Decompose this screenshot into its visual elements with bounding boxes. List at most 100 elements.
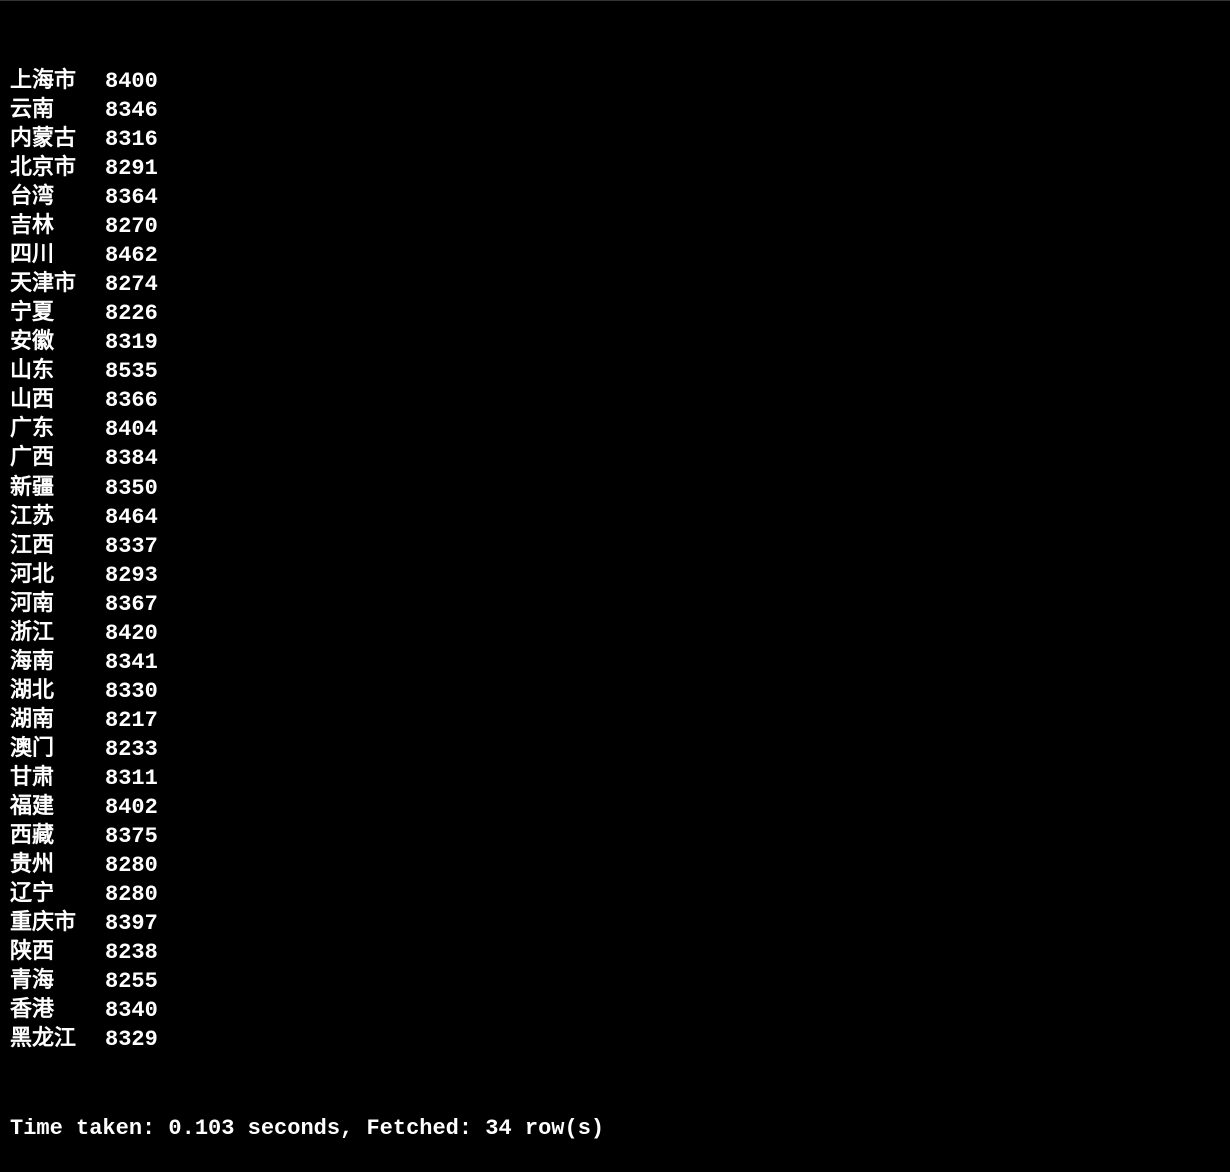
table-row: 云南8346 [10,96,1220,125]
row-value: 8404 [105,415,158,444]
row-value: 8280 [105,851,158,880]
row-value: 8464 [105,503,158,532]
table-row: 湖南8217 [10,706,1220,735]
row-name: 新疆 [10,474,105,503]
row-value: 8366 [105,386,158,415]
result-rows: 上海市8400云南8346内蒙古8316北京市8291台湾8364吉林8270四… [10,67,1220,1054]
table-row: 甘肃8311 [10,764,1220,793]
row-name: 安徽 [10,328,105,357]
row-value: 8420 [105,619,158,648]
row-value: 8329 [105,1025,158,1054]
row-name: 江苏 [10,503,105,532]
table-row: 香港8340 [10,996,1220,1025]
table-row: 澳门8233 [10,735,1220,764]
row-name: 河南 [10,590,105,619]
table-row: 黑龙江8329 [10,1025,1220,1054]
row-name: 云南 [10,96,105,125]
table-row: 山东8535 [10,357,1220,386]
table-row: 西藏8375 [10,822,1220,851]
row-name: 浙江 [10,619,105,648]
row-name: 陕西 [10,938,105,967]
row-value: 8367 [105,590,158,619]
row-value: 8340 [105,996,158,1025]
row-value: 8226 [105,299,158,328]
table-row: 河南8367 [10,590,1220,619]
row-value: 8350 [105,474,158,503]
row-value: 8375 [105,822,158,851]
row-name: 香港 [10,996,105,1025]
row-name: 内蒙古 [10,125,105,154]
row-value: 8319 [105,328,158,357]
table-row: 河北8293 [10,561,1220,590]
row-value: 8238 [105,938,158,967]
table-row: 江西8337 [10,532,1220,561]
row-value: 8364 [105,183,158,212]
row-name: 山西 [10,386,105,415]
row-name: 澳门 [10,735,105,764]
table-row: 吉林8270 [10,212,1220,241]
row-value: 8274 [105,270,158,299]
row-name: 上海市 [10,67,105,96]
row-name: 黑龙江 [10,1025,105,1054]
row-name: 北京市 [10,154,105,183]
table-row: 湖北8330 [10,677,1220,706]
row-name: 山东 [10,357,105,386]
table-row: 海南8341 [10,648,1220,677]
row-name: 辽宁 [10,880,105,909]
table-row: 福建8402 [10,793,1220,822]
row-value: 8293 [105,561,158,590]
terminal-output[interactable]: 上海市8400云南8346内蒙古8316北京市8291台湾8364吉林8270四… [10,9,1220,1172]
table-row: 山西8366 [10,386,1220,415]
table-row: 贵州8280 [10,851,1220,880]
table-row: 内蒙古8316 [10,125,1220,154]
row-value: 8346 [105,96,158,125]
table-row: 上海市8400 [10,67,1220,96]
row-value: 8402 [105,793,158,822]
row-value: 8311 [105,764,158,793]
row-value: 8255 [105,967,158,996]
row-name: 江西 [10,532,105,561]
row-name: 海南 [10,648,105,677]
row-value: 8330 [105,677,158,706]
row-name: 台湾 [10,183,105,212]
table-row: 青海8255 [10,967,1220,996]
row-value: 8384 [105,444,158,473]
row-name: 四川 [10,241,105,270]
row-value: 8270 [105,212,158,241]
table-row: 天津市8274 [10,270,1220,299]
table-row: 陕西8238 [10,938,1220,967]
row-name: 宁夏 [10,299,105,328]
table-row: 宁夏8226 [10,299,1220,328]
row-value: 8400 [105,67,158,96]
table-row: 重庆市8397 [10,909,1220,938]
row-name: 西藏 [10,822,105,851]
row-value: 8233 [105,735,158,764]
row-value: 8217 [105,706,158,735]
row-name: 贵州 [10,851,105,880]
table-row: 辽宁8280 [10,880,1220,909]
row-name: 福建 [10,793,105,822]
status-line: Time taken: 0.103 seconds, Fetched: 34 r… [10,1114,1220,1143]
table-row: 江苏8464 [10,503,1220,532]
row-value: 8337 [105,532,158,561]
table-row: 广西8384 [10,444,1220,473]
row-value: 8535 [105,357,158,386]
row-value: 8316 [105,125,158,154]
row-name: 甘肃 [10,764,105,793]
table-row: 浙江8420 [10,619,1220,648]
row-name: 重庆市 [10,909,105,938]
table-row: 北京市8291 [10,154,1220,183]
row-name: 湖南 [10,706,105,735]
row-name: 湖北 [10,677,105,706]
row-value: 8341 [105,648,158,677]
table-row: 安徽8319 [10,328,1220,357]
table-row: 四川8462 [10,241,1220,270]
row-name: 广东 [10,415,105,444]
row-name: 吉林 [10,212,105,241]
row-value: 8462 [105,241,158,270]
row-name: 河北 [10,561,105,590]
table-row: 新疆8350 [10,474,1220,503]
row-name: 广西 [10,444,105,473]
row-name: 青海 [10,967,105,996]
row-name: 天津市 [10,270,105,299]
